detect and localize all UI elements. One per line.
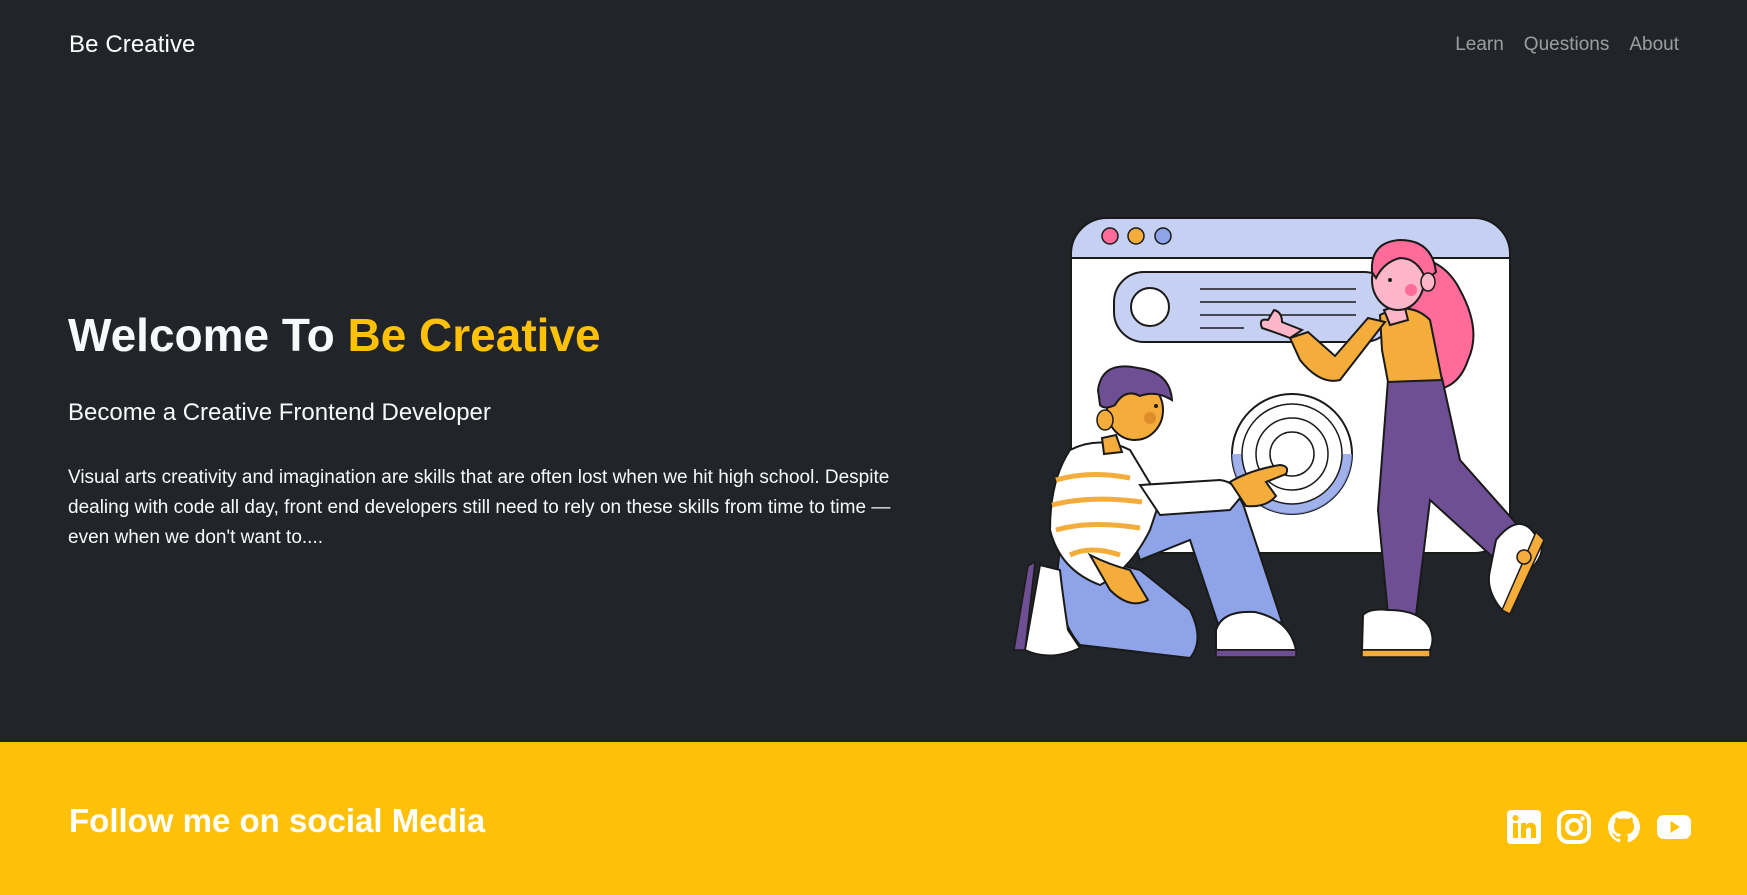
nav-links: Learn Questions About: [1455, 32, 1679, 58]
page: Be Creative Learn Questions About Welcom…: [0, 0, 1747, 895]
github-link[interactable]: [1606, 809, 1642, 845]
brand-link[interactable]: Be Creative: [69, 30, 196, 60]
instagram-icon: [1557, 810, 1591, 844]
footer: Follow me on social Media: [0, 742, 1747, 895]
footer-title: Follow me on social Media: [69, 802, 486, 839]
nav-link-learn[interactable]: Learn: [1455, 32, 1504, 58]
social-links: [1506, 809, 1692, 845]
hero-title-accent: Be Creative: [347, 309, 601, 361]
hero-title: Welcome To Be Creative: [68, 306, 601, 364]
hero-title-prefix: Welcome To: [68, 309, 348, 361]
youtube-icon: [1657, 815, 1691, 839]
navbar: Be Creative Learn Questions About: [0, 0, 1747, 90]
linkedin-icon: [1507, 810, 1541, 844]
hero-illustration: [1013, 217, 1545, 660]
hero-body: Visual arts creativity and imagination a…: [68, 467, 891, 548]
youtube-link[interactable]: [1656, 809, 1692, 845]
nav-link-questions[interactable]: Questions: [1524, 32, 1610, 58]
github-icon: [1607, 811, 1641, 843]
nav-link-about[interactable]: About: [1629, 32, 1679, 58]
instagram-link[interactable]: [1556, 809, 1592, 845]
linkedin-link[interactable]: [1506, 809, 1542, 845]
hero-subtitle: Become a Creative Frontend Developer: [68, 399, 491, 426]
